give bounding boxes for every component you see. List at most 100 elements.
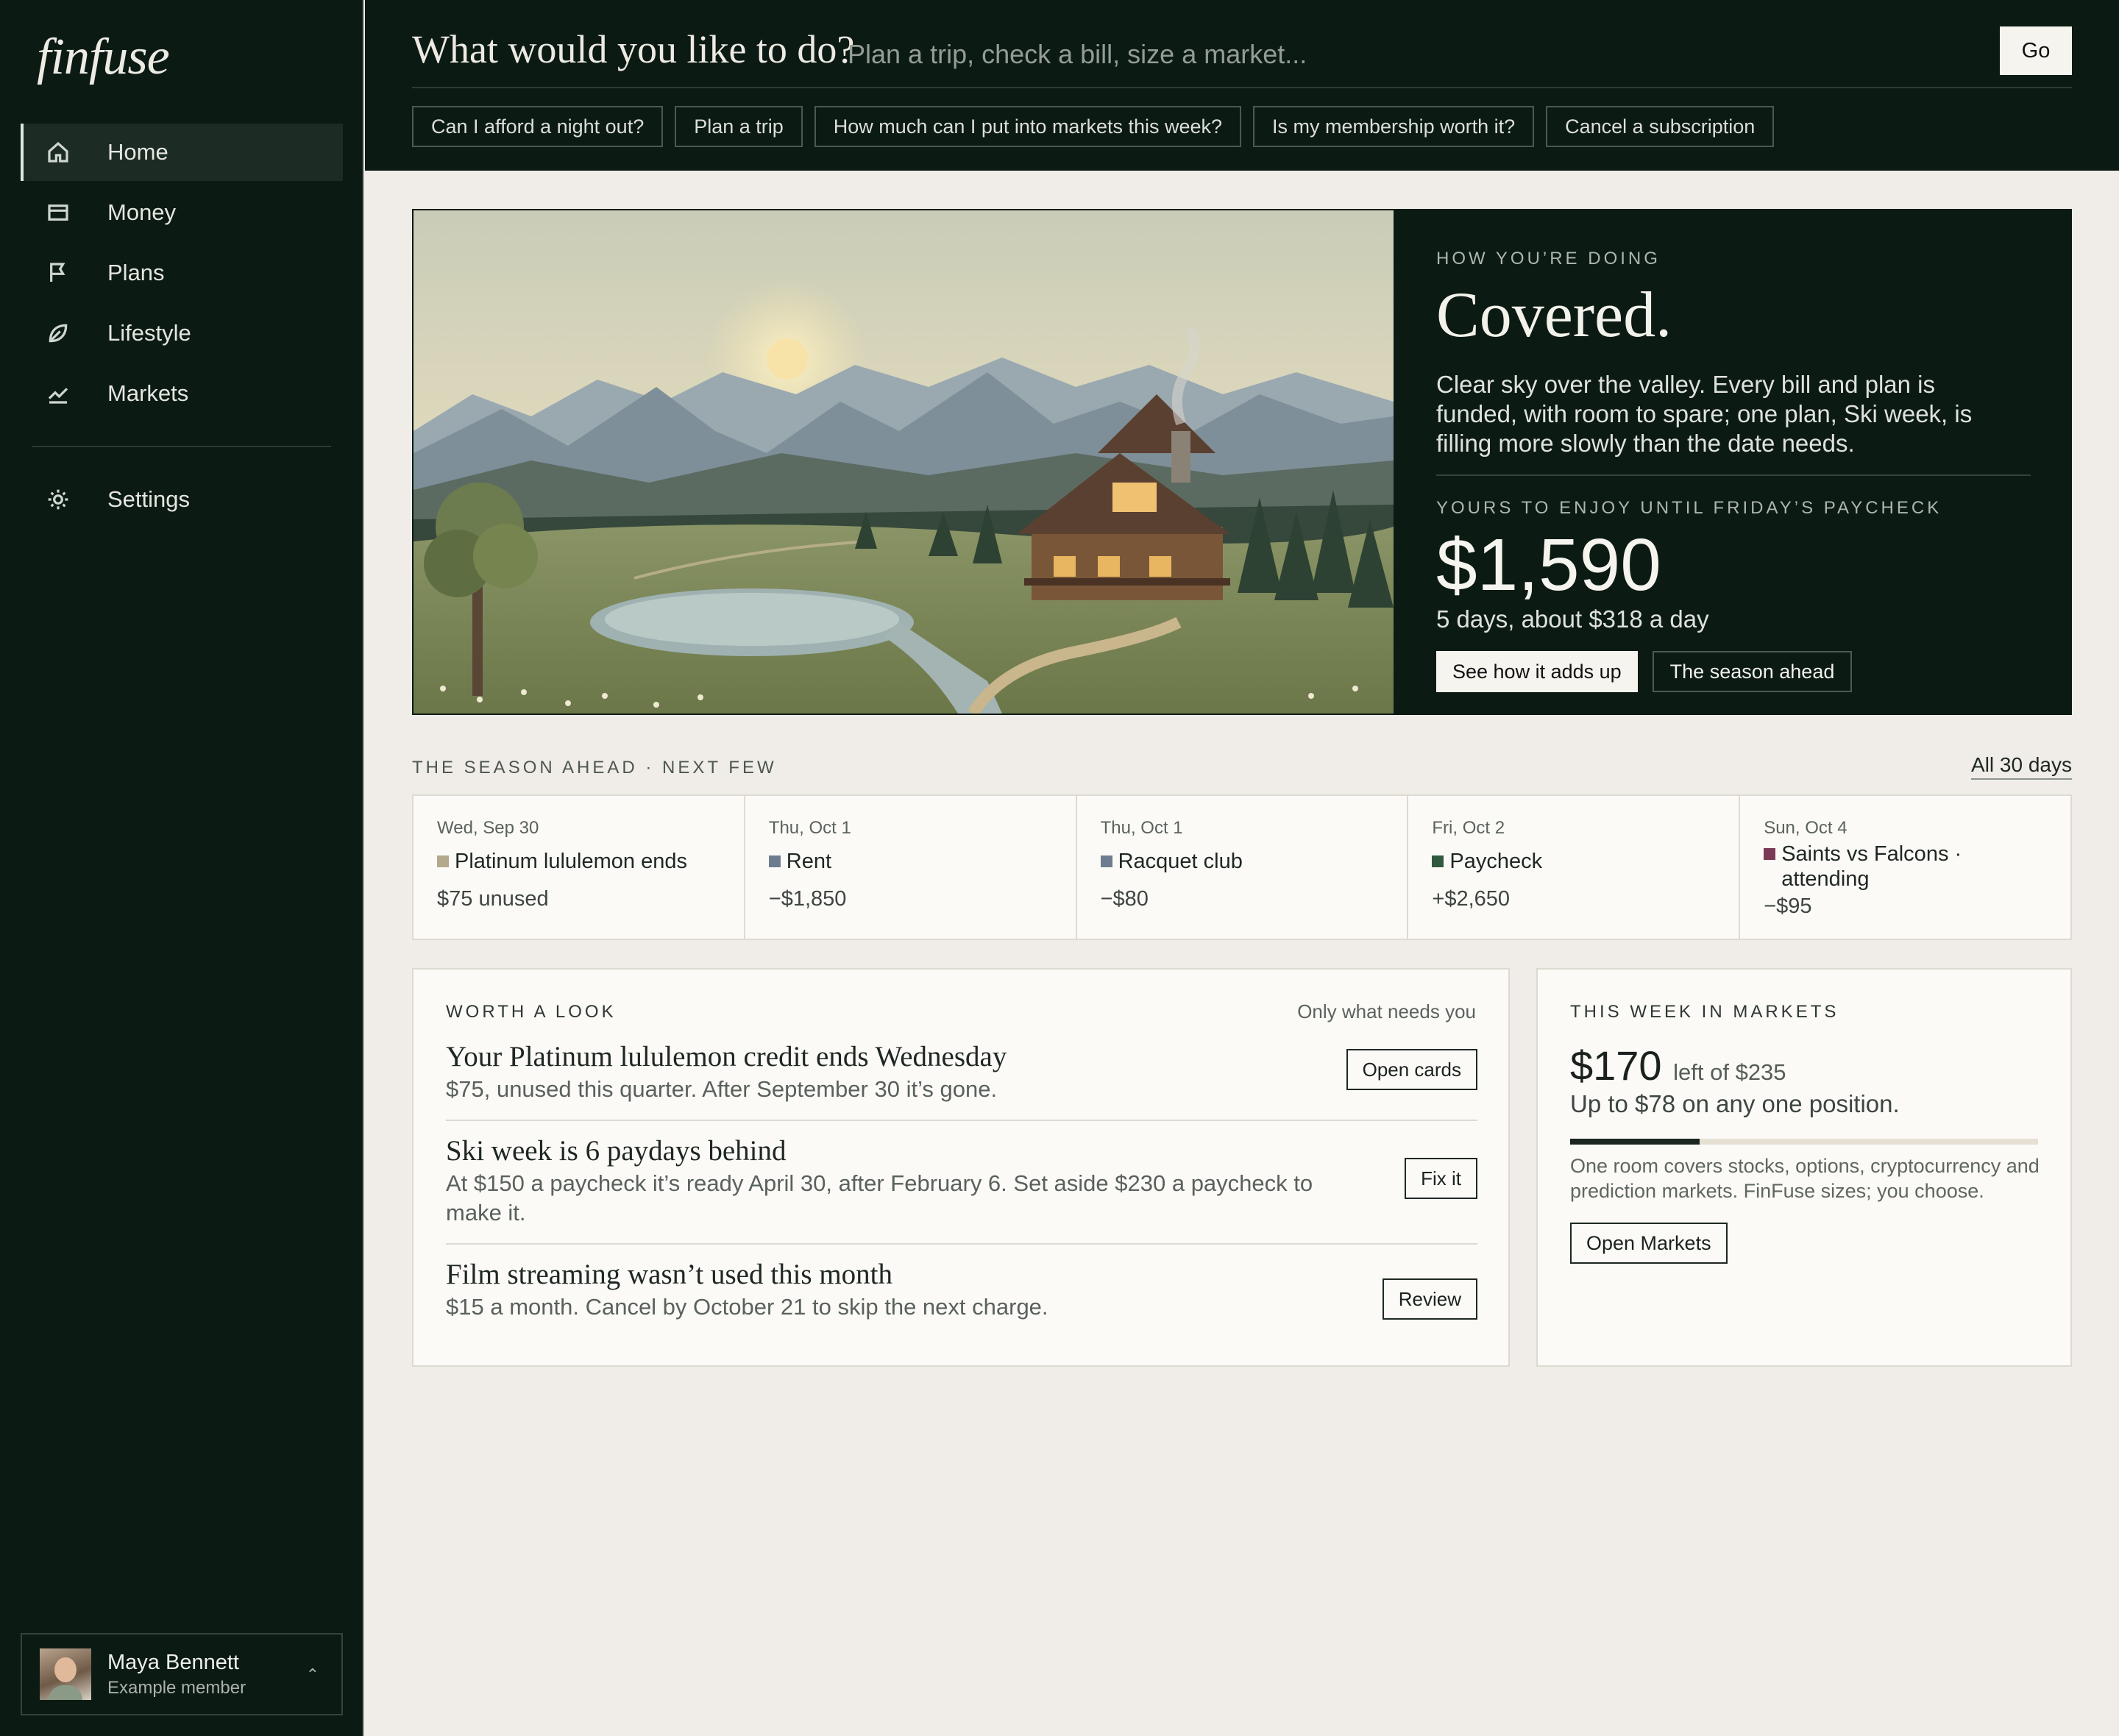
markets-label: THIS WEEK IN MARKETS: [1570, 1002, 1839, 1022]
enjoy-label: YOURS TO ENJOY UNTIL FRIDAY’S PAYCHECK: [1436, 498, 1942, 518]
suggestion-chip[interactable]: Is my membership worth it?: [1253, 106, 1535, 147]
worth-item: Your Platinum lululemon credit ends Wedn…: [446, 1040, 1477, 1104]
worth-filter[interactable]: Only what needs you: [1297, 1000, 1476, 1023]
event-date: Thu, Oct 1: [768, 818, 851, 838]
worth-a-look-card: WORTH A LOOK Only what needs you Your Pl…: [412, 968, 1510, 1367]
avatar: [40, 1648, 91, 1700]
status-eyebrow: HOW YOU’RE DOING: [1436, 249, 1661, 268]
see-how-button[interactable]: See how it adds up: [1436, 651, 1638, 692]
event-color-swatch: [1100, 855, 1112, 867]
event-date: Wed, Sep 30: [437, 818, 539, 838]
suggestion-chip[interactable]: Plan a trip: [675, 106, 803, 147]
season-strip: Wed, Sep 30 Platinum lululemon ends $75 …: [412, 794, 2072, 940]
chevron-up-icon: ⌃: [305, 1665, 319, 1684]
status-divider: [1436, 474, 2031, 476]
home-icon: [46, 140, 71, 165]
suggestion-chips: Can I afford a night out? Plan a trip Ho…: [412, 106, 1786, 147]
worth-divider: [446, 1120, 1477, 1121]
event-color-swatch: [437, 855, 449, 867]
markets-progress-bar: [1570, 1139, 2038, 1145]
finfuse-logo[interactable]: finfuse: [37, 28, 170, 87]
sidebar-item-lifestyle[interactable]: Lifestyle: [21, 305, 343, 362]
suggestion-chip[interactable]: Cancel a subscription: [1546, 106, 1775, 147]
sidebar-secondary-nav: Settings: [21, 471, 343, 531]
spendable-amount: $1,590: [1436, 524, 1661, 606]
season-event[interactable]: Sun, Oct 4 Saints vs Falcons · attending…: [1740, 796, 2070, 939]
worth-label: WORTH A LOOK: [446, 1002, 617, 1022]
worth-item-desc: At $150 a paycheck it’s ready April 30, …: [446, 1170, 1313, 1225]
command-bar: What would you like to do? Go Can I affo…: [365, 0, 2119, 171]
all-days-link[interactable]: All 30 days: [1971, 753, 2072, 780]
worth-item: Film streaming wasn’t used this month $1…: [446, 1258, 1477, 1322]
season-event[interactable]: Fri, Oct 2 Paycheck +$2,650: [1408, 796, 1741, 939]
status-hero: HOW YOU’RE DOING Covered. Clear sky over…: [412, 209, 2072, 715]
event-date: Sun, Oct 4: [1764, 818, 1848, 838]
markets-left-of: left of $235: [1673, 1059, 1786, 1085]
event-amount: −$1,850: [768, 887, 847, 911]
sidebar-item-label: Plans: [107, 260, 165, 285]
user-subtitle: Example member: [107, 1677, 246, 1698]
valley-illustration: [413, 210, 1394, 714]
sidebar-item-label: Markets: [107, 380, 189, 406]
status-description: Clear sky over the valley. Every bill an…: [1436, 371, 1973, 457]
user-name: Maya Bennett: [107, 1650, 239, 1674]
sidebar-item-home[interactable]: Home: [21, 124, 343, 181]
markets-card: THIS WEEK IN MARKETS $170 left of $235 U…: [1536, 968, 2072, 1367]
flag-icon: [46, 260, 71, 285]
sidebar-item-settings[interactable]: Settings: [21, 471, 343, 528]
season-ahead-button[interactable]: The season ahead: [1652, 651, 1853, 692]
worth-item: Ski week is 6 paydays behind At $150 a p…: [446, 1134, 1477, 1228]
open-markets-button[interactable]: Open Markets: [1570, 1223, 1728, 1264]
sidebar-item-label: Home: [107, 139, 168, 165]
event-color-swatch: [1432, 855, 1444, 867]
event-color-swatch: [1764, 848, 1776, 860]
sidebar-item-label: Money: [107, 199, 177, 225]
markets-progress-fill: [1570, 1139, 1700, 1145]
event-title: Racquet club: [1118, 850, 1243, 873]
event-color-swatch: [768, 855, 781, 867]
status-summary: HOW YOU’RE DOING Covered. Clear sky over…: [1436, 210, 2032, 692]
season-event[interactable]: Thu, Oct 1 Rent −$1,850: [745, 796, 1077, 939]
command-divider: [412, 87, 2072, 88]
event-title: Saints vs Falcons · attending: [1781, 842, 1962, 891]
wallet-icon: [46, 200, 71, 225]
worth-divider: [446, 1243, 1477, 1245]
markets-position-limit: Up to $78 on any one position.: [1570, 1090, 1900, 1117]
event-title: Rent: [786, 850, 832, 873]
season-event[interactable]: Wed, Sep 30 Platinum lululemon ends $75 …: [413, 796, 745, 939]
worth-item-title: Film streaming wasn’t used this month: [446, 1259, 893, 1290]
sidebar-item-label: Lifestyle: [107, 320, 191, 346]
review-button[interactable]: Review: [1382, 1278, 1477, 1320]
sidebar-item-plans[interactable]: Plans: [21, 244, 343, 302]
user-menu[interactable]: Maya Bennett Example member ⌃: [21, 1633, 343, 1715]
event-date: Fri, Oct 2: [1432, 818, 1505, 838]
fix-it-button[interactable]: Fix it: [1405, 1158, 1477, 1199]
gear-icon: [46, 487, 71, 512]
markets-description: One room covers stocks, options, cryptoc…: [1570, 1155, 2040, 1202]
spendable-subtitle: 5 days, about $318 a day: [1436, 605, 1709, 633]
worth-item-title: Your Platinum lululemon credit ends Wedn…: [446, 1041, 1007, 1072]
sidebar-item-markets[interactable]: Markets: [21, 365, 343, 422]
event-title: Paycheck: [1449, 850, 1543, 873]
sidebar-item-label: Settings: [107, 486, 191, 512]
season-heading: THE SEASON AHEAD · NEXT FEW: [412, 758, 777, 778]
event-amount: $75 unused: [437, 887, 549, 911]
worth-item-desc: $15 a month. Cancel by October 21 to ski…: [446, 1294, 1048, 1320]
event-title: Platinum lululemon ends: [455, 850, 687, 873]
season-event[interactable]: Thu, Oct 1 Racquet club −$80: [1077, 796, 1409, 939]
event-amount: −$80: [1100, 887, 1149, 911]
markets-remaining-amount: $170: [1570, 1042, 1662, 1089]
open-cards-button[interactable]: Open cards: [1346, 1049, 1477, 1090]
worth-item-title: Ski week is 6 paydays behind: [446, 1135, 787, 1167]
chart-line-icon: [46, 381, 71, 406]
go-button[interactable]: Go: [2000, 26, 2072, 75]
suggestion-chip[interactable]: Can I afford a night out?: [412, 106, 664, 147]
sidebar-nav: Home Money Plans Lifestyle Markets: [21, 124, 343, 425]
sidebar: finfuse Home Money Plans Lifestyle Marke…: [0, 0, 363, 1736]
sidebar-item-money[interactable]: Money: [21, 184, 343, 241]
sidebar-divider: [32, 446, 331, 447]
event-amount: +$2,650: [1432, 887, 1511, 911]
suggestion-chip[interactable]: How much can I put into markets this wee…: [814, 106, 1242, 147]
command-input[interactable]: [848, 34, 1951, 75]
command-question: What would you like to do?: [412, 27, 855, 71]
